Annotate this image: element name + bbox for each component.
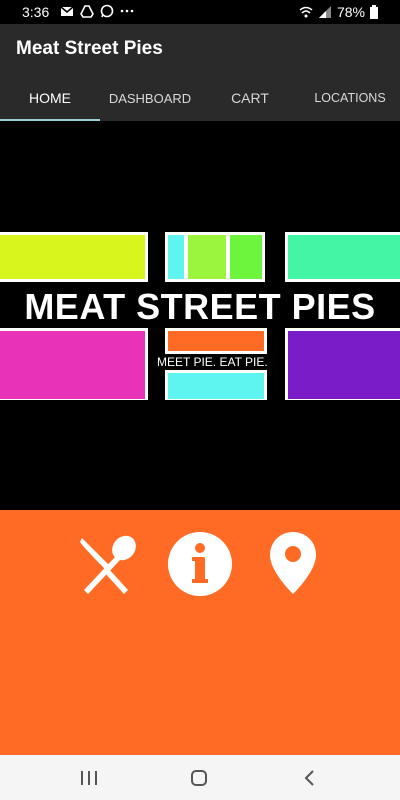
info-icon	[168, 532, 232, 596]
battery-icon	[370, 5, 378, 19]
home-nav-icon	[191, 770, 207, 786]
notification-icons	[60, 4, 134, 18]
banner-block-green-light	[185, 232, 229, 282]
banner-block-orange	[165, 328, 267, 354]
whatsapp-icon	[100, 4, 114, 18]
brand-banner: MEAT STREET PIES MEET PIE. EAT PIE.	[0, 232, 400, 400]
banner-block-purple	[285, 328, 400, 400]
menu-button[interactable]	[76, 534, 140, 596]
home-button[interactable]	[187, 767, 211, 789]
system-nav-bar	[0, 755, 400, 800]
banner-block-lime	[0, 232, 148, 282]
gmail-icon	[60, 6, 74, 16]
recent-apps-icon	[81, 771, 97, 785]
battery-level: 78%	[336, 4, 365, 20]
banner-block-mint	[285, 232, 400, 282]
locations-button[interactable]	[268, 530, 318, 596]
system-icons: 78%	[299, 4, 378, 20]
recent-apps-button[interactable]	[77, 767, 101, 789]
back-icon	[304, 770, 314, 786]
banner-block-cyan-top	[165, 232, 187, 282]
status-time: 3:36	[22, 4, 50, 20]
more-dots-icon	[120, 9, 134, 13]
banner-block-green	[227, 232, 265, 282]
banner-block-cyan-bottom	[165, 370, 267, 400]
tab-locations[interactable]: LOCATIONS	[300, 75, 400, 121]
tab-bar: HOME DASHBOARD CART LOCATIONS	[0, 75, 400, 121]
tab-home[interactable]: HOME	[0, 75, 100, 121]
status-bar: 3:36 78%	[0, 0, 400, 24]
hero-area: MEAT STREET PIES MEET PIE. EAT PIE.	[0, 121, 400, 510]
action-panel	[0, 510, 400, 755]
wifi-icon	[299, 6, 313, 18]
banner-tagline: MEET PIE. EAT PIE.	[154, 354, 271, 370]
tab-dashboard[interactable]: DASHBOARD	[100, 75, 200, 121]
location-pin-icon	[270, 532, 316, 594]
info-button[interactable]	[167, 531, 233, 597]
back-button[interactable]	[298, 767, 322, 789]
utensils-icon	[80, 535, 136, 594]
drive-icon	[80, 5, 94, 18]
banner-title: MEAT STREET PIES	[24, 286, 376, 327]
signal-icon	[318, 6, 331, 18]
app-title: Meat Street Pies	[16, 38, 163, 59]
banner-block-magenta	[0, 328, 148, 400]
app-bar: Meat Street Pies	[0, 24, 400, 75]
tab-cart[interactable]: CART	[200, 75, 300, 121]
